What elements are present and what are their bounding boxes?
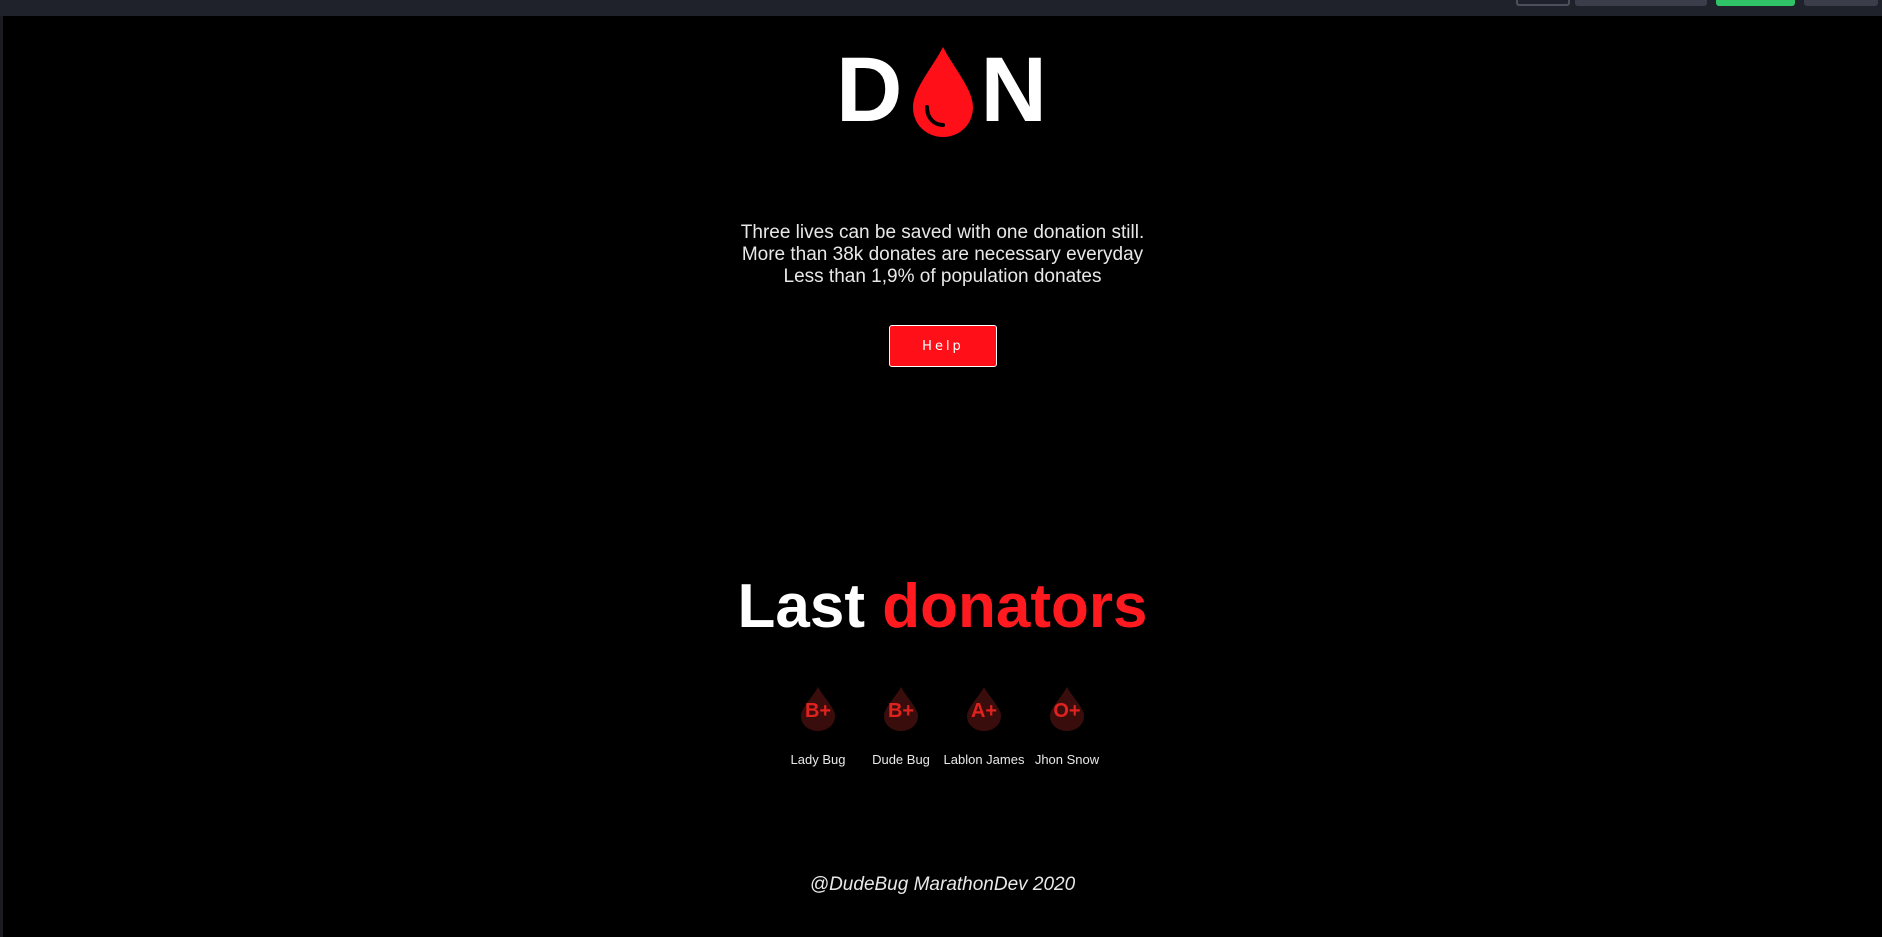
donor-name: Lablon James [943,752,1025,767]
topbar-button-3[interactable] [1716,0,1795,6]
blood-type: B+ [804,700,832,722]
topbar-button-2[interactable] [1575,0,1707,6]
fact-line: Less than 1,9% of population donates [783,266,1102,287]
title-red: donators [882,572,1148,641]
topbar-button-1[interactable] [1516,0,1570,6]
donor-item: B+ Dude Bug [860,686,943,767]
logo: D N [3,40,1882,140]
editor-topbar [0,0,1882,16]
donor-item: O+ Jhon Snow [1026,686,1109,767]
donor-item: B+ Lady Bug [777,686,860,767]
logo-letter-d: D [836,39,905,141]
donor-name: Lady Bug [790,752,846,767]
title-white: Last [737,572,865,641]
preview-viewport: D N Three lives can be saved with one do… [3,16,1882,937]
logo-letter-n: N [980,39,1049,141]
blood-type: B+ [887,700,915,722]
topbar-button-4[interactable] [1804,0,1878,6]
donor-item: A+ Lablon James [943,686,1026,767]
help-button[interactable]: Help [889,325,997,367]
donor-list: B+ Lady Bug B+ Dude Bug A+ Lablon James [3,686,1882,767]
footer-credit: @DudeBug MarathonDev 2020 [809,874,1076,895]
last-donators-title: Last donators [3,572,1882,642]
donor-name: Dude Bug [872,752,930,767]
facts-text: Three lives can be saved with one donati… [3,222,1882,288]
fact-line: More than 38k donates are necessary ever… [741,244,1144,265]
donor-name: Jhon Snow [1034,752,1100,767]
blood-type: A+ [970,700,998,722]
blood-drop-icon [912,47,973,137]
blood-type: O+ [1053,700,1081,722]
fact-line: Three lives can be saved with one donati… [740,222,1145,243]
